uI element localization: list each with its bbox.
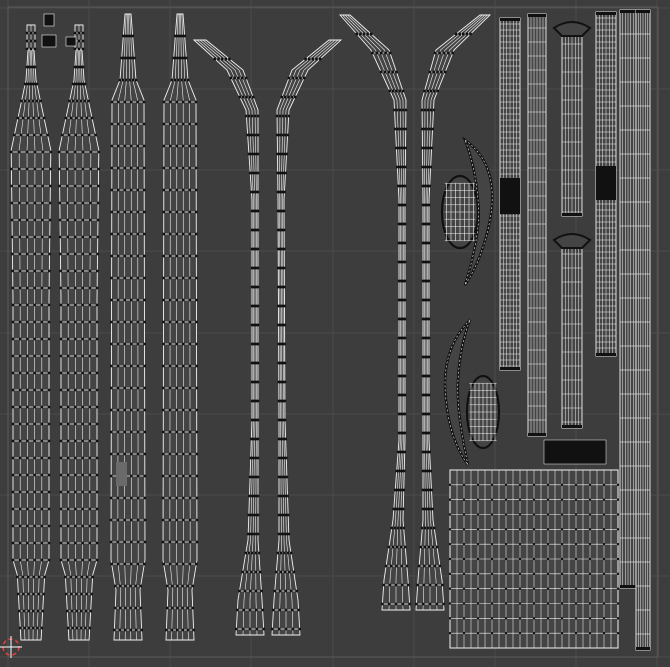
uv-island-oval-1[interactable] — [440, 174, 480, 250]
uv-island-block-a[interactable] — [41, 34, 57, 48]
uv-canvas[interactable] — [0, 0, 670, 667]
uv-island-block-c[interactable] — [65, 36, 77, 47]
uv-island-tube-5-band — [596, 166, 616, 200]
uv-island-tube-7[interactable] — [635, 9, 651, 651]
uv-island-strip-1[interactable] — [9, 49, 53, 641]
uv-island-block-b[interactable] — [43, 13, 55, 27]
uv-island-tube-4[interactable] — [561, 239, 583, 429]
uv-island-oval-2[interactable] — [465, 374, 501, 450]
uv-selected-face[interactable] — [116, 462, 127, 486]
uv-editor-viewport[interactable] — [0, 0, 670, 667]
uv-island-tube-1-band — [500, 178, 520, 214]
uv-island-cap-1[interactable] — [25, 24, 37, 51]
uv-island-strip-2[interactable] — [57, 49, 101, 641]
3d-cursor-icon — [0, 636, 22, 658]
uv-island-column-1[interactable] — [109, 13, 147, 641]
uv-island-grid-patch[interactable] — [448, 469, 620, 649]
uv-island-tube-3[interactable] — [561, 29, 583, 217]
uv-island-column-2[interactable] — [161, 13, 199, 641]
uv-island-tube-cap-2[interactable] — [552, 233, 592, 249]
uv-island-tube-cap-1[interactable] — [552, 21, 592, 37]
uv-island-dark-block[interactable] — [543, 439, 607, 465]
uv-island-tube-6[interactable] — [619, 9, 637, 589]
2d-cursor[interactable] — [0, 636, 22, 658]
uv-island-tube-2[interactable] — [527, 13, 547, 437]
